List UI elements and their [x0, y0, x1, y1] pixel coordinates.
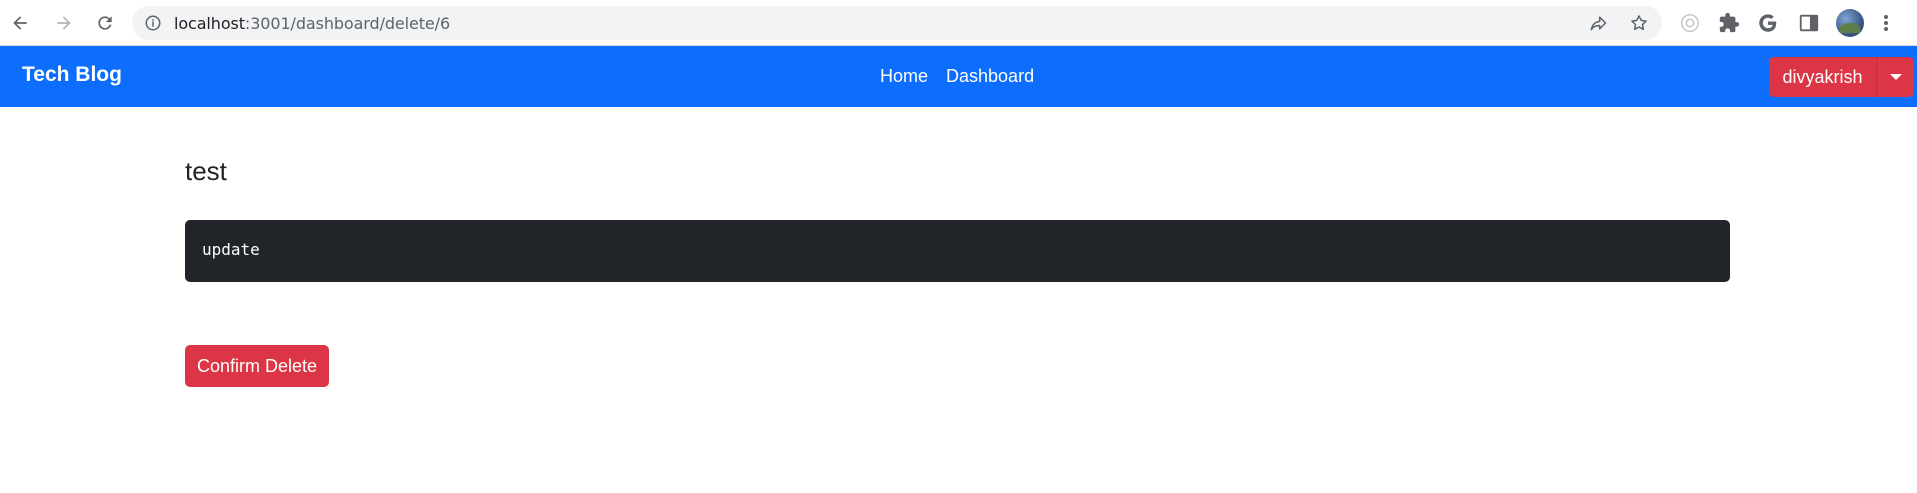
user-dropdown-toggle[interactable]: [1877, 57, 1914, 97]
user-dropdown: divyakrish: [1769, 57, 1914, 97]
back-icon: [13, 16, 27, 30]
address-bar[interactable]: localhost:3001/dashboard/delete/6: [132, 6, 1662, 40]
puzzle-icon: [1719, 12, 1740, 33]
post-content: update: [202, 240, 260, 259]
reload-button[interactable]: [89, 7, 121, 39]
forward-icon: [57, 16, 71, 30]
side-panel-icon: [1799, 14, 1819, 32]
nav-link-dashboard[interactable]: Dashboard: [946, 66, 1034, 87]
url-text[interactable]: localhost:3001/dashboard/delete/6: [174, 14, 450, 33]
nav-links: Home Dashboard: [880, 66, 1034, 87]
google-icon: [1759, 14, 1777, 32]
share-icon[interactable]: [1588, 13, 1608, 33]
extensions-button[interactable]: [1717, 11, 1741, 35]
forward-button[interactable]: [48, 7, 80, 39]
extension-icon: [1681, 14, 1699, 32]
site-info-icon[interactable]: [144, 14, 162, 32]
side-panel-button[interactable]: [1797, 11, 1821, 35]
post-content-box: update: [185, 220, 1730, 282]
back-button[interactable]: [4, 7, 36, 39]
confirm-delete-button[interactable]: Confirm Delete: [185, 345, 329, 387]
extension-button[interactable]: [1678, 11, 1702, 35]
bookmark-star-icon[interactable]: [1629, 13, 1649, 33]
reload-icon: [98, 16, 112, 30]
browser-toolbar: localhost:3001/dashboard/delete/6: [0, 0, 1917, 46]
brand-logo[interactable]: Tech Blog: [22, 63, 122, 87]
google-button[interactable]: [1756, 11, 1780, 35]
app-navbar: Tech Blog Home Dashboard divyakrish: [0, 46, 1917, 107]
caret-down-icon: [1889, 74, 1902, 80]
user-button[interactable]: divyakrish: [1769, 57, 1877, 97]
menu-icon[interactable]: [1878, 12, 1894, 34]
post-title: test: [185, 156, 227, 186]
nav-link-home[interactable]: Home: [880, 66, 928, 87]
profile-avatar[interactable]: [1836, 9, 1864, 37]
